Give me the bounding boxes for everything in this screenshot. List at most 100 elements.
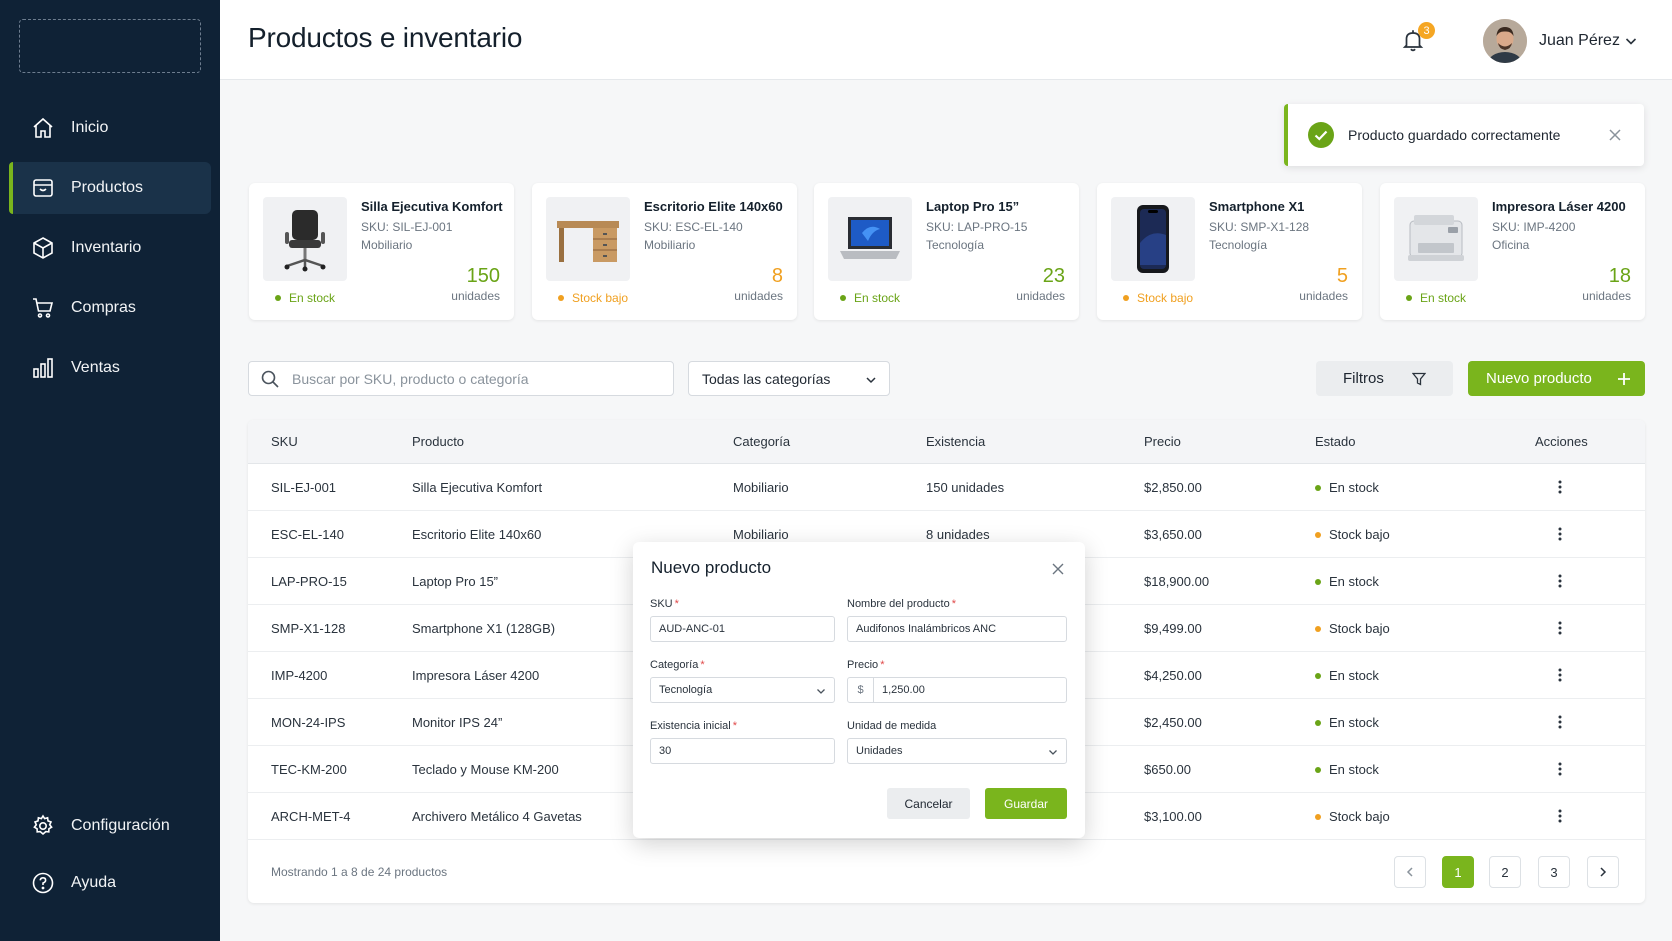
check-circle-icon [1308, 122, 1334, 148]
column-header-precio[interactable]: Precio [1144, 434, 1181, 449]
cell-product: Archivero Metálico 4 Gavetas [412, 809, 582, 824]
filter-icon [1412, 372, 1426, 386]
status-label: En stock [1329, 762, 1379, 777]
chevron-down-icon[interactable] [1624, 34, 1638, 48]
product-card[interactable]: Smartphone X1 SKU: SMP-X1-128 Tecnología… [1097, 183, 1362, 320]
pagination-page-3[interactable]: 3 [1538, 856, 1570, 888]
sidebar-item-ventas[interactable]: Ventas [9, 342, 211, 394]
pagination-next[interactable] [1587, 856, 1619, 888]
card-category: Tecnología [926, 238, 985, 252]
sku-label: SKU * [650, 598, 679, 610]
kebab-menu-icon[interactable] [1551, 525, 1569, 543]
status-dot [1315, 813, 1321, 820]
column-header-categoria[interactable]: Categoría [733, 434, 790, 449]
status-badge: Stock bajo [1315, 621, 1390, 636]
card-unit: unidades [1299, 289, 1348, 303]
sidebar-item-label: Compras [71, 299, 136, 316]
card-sku: SKU: SIL-EJ-001 [361, 220, 453, 234]
initial-stock-field[interactable] [650, 738, 835, 764]
new-product-button[interactable]: Nuevo producto [1468, 361, 1645, 396]
kebab-menu-icon[interactable] [1551, 666, 1569, 684]
avatar[interactable] [1483, 19, 1527, 63]
box-icon [33, 179, 53, 197]
sidebar-item-label: Inicio [71, 119, 109, 136]
kebab-menu-icon[interactable] [1551, 619, 1569, 637]
initial-stock-input[interactable] [651, 745, 834, 757]
status-label: En stock [1329, 668, 1379, 683]
kebab-menu-icon[interactable] [1551, 478, 1569, 496]
cell-product: Escritorio Elite 140x60 [412, 527, 542, 542]
sidebar-item-productos[interactable]: Productos [9, 162, 211, 214]
search-box[interactable] [248, 361, 674, 396]
price-label-text: Precio [847, 659, 879, 671]
search-input[interactable] [292, 370, 662, 387]
status-badge: En stock [1315, 480, 1379, 495]
status-badge: Stock bajo [1123, 291, 1193, 305]
sidebar-item-inventario[interactable]: Inventario [9, 222, 211, 274]
table-row[interactable]: SIL-EJ-001 Silla Ejecutiva Komfort Mobilia… [248, 464, 1645, 511]
column-header-existencia[interactable]: Existencia [926, 434, 985, 449]
sidebar-item-compras[interactable]: Compras [9, 282, 211, 334]
cell-sku: LAP-PRO-15 [271, 574, 347, 589]
laptop-image [840, 217, 900, 259]
price-field[interactable]: $ [847, 677, 1067, 703]
filters-label: Filtros [1343, 370, 1384, 387]
sidebar-item-configuracion[interactable]: Configuración [9, 800, 211, 852]
product-image [1394, 197, 1478, 281]
price-input[interactable] [874, 684, 1066, 696]
cancel-button[interactable]: Cancelar [887, 788, 970, 819]
sidebar-item-inicio[interactable]: Inicio [9, 102, 211, 154]
required-mark: * [674, 598, 679, 610]
category-select[interactable]: Todas las categorías [688, 361, 890, 396]
sku-input[interactable] [651, 623, 834, 635]
kebab-menu-icon[interactable] [1551, 807, 1569, 825]
unit-label-text: Unidad de medida [847, 720, 937, 732]
kebab-menu-icon[interactable] [1551, 713, 1569, 731]
kebab-menu-icon[interactable] [1551, 760, 1569, 778]
chevron-down-icon [866, 377, 876, 384]
status-badge: Stock bajo [558, 291, 628, 305]
filters-button[interactable]: Filtros [1316, 361, 1453, 396]
card-quantity: 18 [1608, 265, 1631, 287]
sidebar: Inicio Productos Inventario Compras Vent… [0, 0, 220, 941]
card-quantity: 150 [466, 265, 500, 287]
required-mark: * [951, 598, 957, 610]
status-label: En stock [854, 291, 901, 305]
cell-price: $4,250.00 [1144, 668, 1202, 683]
cell-price: $3,100.00 [1144, 809, 1202, 824]
sku-field[interactable] [650, 616, 835, 642]
top-header: Productos e inventario 3 Juan Pérez [220, 0, 1672, 80]
user-name[interactable]: Juan Pérez [1539, 32, 1620, 50]
cell-price: $9,499.00 [1144, 621, 1202, 636]
product-image [828, 197, 912, 281]
card-unit: unidades [451, 289, 500, 303]
close-icon[interactable] [1051, 562, 1065, 576]
cell-price: $18,900.00 [1144, 574, 1210, 589]
initial-stock-label: Existencia inicial * [650, 720, 737, 732]
category-dropdown[interactable]: Tecnología [650, 677, 835, 703]
card-unit: unidades [734, 289, 783, 303]
save-button[interactable]: Guardar [985, 788, 1067, 819]
status-label: En stock [1329, 574, 1379, 589]
pagination-page-2[interactable]: 2 [1489, 856, 1521, 888]
pagination-page-1[interactable]: 1 [1442, 856, 1474, 888]
unit-dropdown[interactable]: Unidades [847, 738, 1067, 764]
required-mark: * [700, 659, 705, 671]
kebab-menu-icon[interactable] [1551, 572, 1569, 590]
success-toast: Producto guardado correctamente [1284, 104, 1644, 166]
close-icon[interactable] [1608, 128, 1622, 142]
product-card[interactable]: Silla Ejecutiva Komfort SKU: SIL-EJ-001 … [249, 183, 514, 320]
column-header-producto[interactable]: Producto [412, 434, 464, 449]
column-header-estado[interactable]: Estado [1315, 434, 1355, 449]
pagination-prev[interactable] [1394, 856, 1426, 888]
new-product-label: Nuevo producto [1486, 370, 1592, 387]
product-card[interactable]: Impresora Láser 4200 SKU: IMP-4200 Ofici… [1380, 183, 1645, 320]
status-dot [275, 295, 281, 301]
product-name-input[interactable] [848, 623, 1066, 635]
product-card[interactable]: Escritorio Elite 140x60 SKU: ESC-EL-140 … [532, 183, 797, 320]
column-header-sku[interactable]: SKU [271, 434, 298, 449]
status-badge: En stock [1315, 668, 1379, 683]
sidebar-item-ayuda[interactable]: Ayuda [9, 857, 211, 909]
product-card[interactable]: Laptop Pro 15” SKU: LAP-PRO-15 Tecnologí… [814, 183, 1079, 320]
product-name-field[interactable] [847, 616, 1067, 642]
